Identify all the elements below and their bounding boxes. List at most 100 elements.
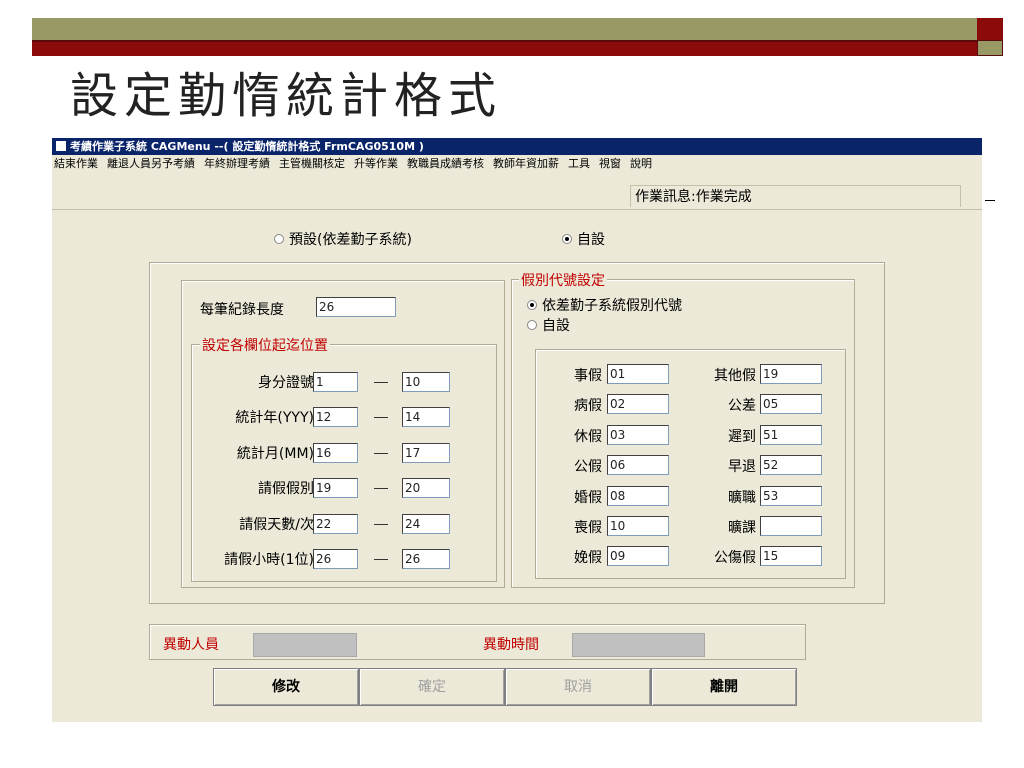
pos-start-leave-days[interactable]: 22 bbox=[313, 514, 358, 534]
slide-title: 設定勤惰統計格式 bbox=[70, 68, 503, 124]
positions-legend: 設定各欄位起迄位置 bbox=[200, 335, 330, 355]
pos-label-month: 統計月(MM) bbox=[236, 446, 314, 462]
leave-code-business-trip[interactable]: 05 bbox=[760, 394, 822, 414]
record-length-input[interactable]: 26 bbox=[316, 297, 396, 317]
leave-code-official[interactable]: 06 bbox=[607, 455, 669, 475]
pos-start-leave-hours[interactable]: 26 bbox=[313, 549, 358, 569]
pos-start-year[interactable]: 12 bbox=[313, 407, 358, 427]
leave-label-absent-class: 曠課 bbox=[728, 520, 756, 536]
mode-default-label: 預設(依差勤子系統) bbox=[289, 232, 412, 248]
leave-label-personal: 事假 bbox=[574, 368, 602, 384]
leave-code-custom-radio[interactable]: 自設 bbox=[527, 315, 570, 335]
radio-leave-custom-indicator bbox=[527, 320, 537, 330]
radio-default-indicator bbox=[274, 234, 284, 244]
header-square-light bbox=[977, 40, 1003, 56]
changed-by-label: 異動人員 bbox=[163, 637, 219, 653]
pos-end-month[interactable]: 17 bbox=[402, 443, 450, 463]
leave-label-absent-work: 曠職 bbox=[728, 490, 756, 506]
leave-label-business-trip: 公差 bbox=[728, 398, 756, 414]
header-square-dark bbox=[977, 18, 1003, 40]
pos-end-leave-days[interactable]: 24 bbox=[402, 514, 450, 534]
leave-label-vacation: 休假 bbox=[574, 429, 602, 445]
header-band bbox=[32, 42, 977, 56]
pos-label-leave-days: 請假天數/次 bbox=[239, 517, 314, 533]
range-dash bbox=[374, 453, 388, 454]
title-bar: 考績作業子系統 CAGMenu --( 設定勤惰統計格式 FrmCAG0510M… bbox=[52, 138, 982, 155]
window-title: 考績作業子系統 CAGMenu --( 設定勤惰統計格式 FrmCAG0510M… bbox=[70, 140, 424, 153]
leave-label-sick: 病假 bbox=[574, 398, 602, 414]
pos-start-leave-type[interactable]: 19 bbox=[313, 478, 358, 498]
pos-end-year[interactable]: 14 bbox=[402, 407, 450, 427]
leave-code-vacation[interactable]: 03 bbox=[607, 425, 669, 445]
leave-code-personal[interactable]: 01 bbox=[607, 364, 669, 384]
menu-item-teacher-salary[interactable]: 教師年資加薪 bbox=[493, 157, 559, 170]
status-message: 作業訊息:作業完成 bbox=[630, 185, 961, 207]
modify-button[interactable]: 修改 bbox=[213, 668, 359, 706]
pos-start-id[interactable]: 1 bbox=[313, 372, 358, 392]
leave-label-bereavement: 喪假 bbox=[574, 520, 602, 536]
mode-custom-label: 自設 bbox=[577, 232, 605, 248]
record-length-label: 每筆紀錄長度 bbox=[200, 302, 284, 318]
leave-code-late[interactable]: 51 bbox=[760, 425, 822, 445]
pos-label-year: 統計年(YYY) bbox=[235, 410, 314, 426]
app-icon bbox=[56, 141, 66, 151]
leave-codes-legend: 假別代號設定 bbox=[519, 270, 607, 290]
leave-code-bereavement[interactable]: 10 bbox=[607, 516, 669, 536]
menu-bar: 結束作業 離退人員另予考績 年終辦理考績 主管機關核定 升等作業 教職員成績考核 教師年資加… bbox=[52, 155, 982, 173]
status-strip: 作業訊息:作業完成 bbox=[52, 173, 982, 210]
cancel-button[interactable]: 取消 bbox=[505, 668, 651, 706]
range-dash bbox=[374, 417, 388, 418]
pos-label-id: 身分證號 bbox=[258, 375, 314, 391]
pos-label-leave-type: 請假假別 bbox=[258, 481, 314, 497]
leave-code-absent-class[interactable] bbox=[760, 516, 822, 536]
leave-code-early-leave[interactable]: 52 bbox=[760, 455, 822, 475]
leave-code-maternity[interactable]: 09 bbox=[607, 546, 669, 566]
menu-item-window[interactable]: 視窗 bbox=[599, 157, 621, 170]
leave-label-other: 其他假 bbox=[714, 368, 756, 384]
pos-label-leave-hours: 請假小時(1位) bbox=[224, 552, 314, 568]
leave-label-marriage: 婚假 bbox=[574, 490, 602, 506]
radio-system-indicator bbox=[527, 300, 537, 310]
leave-code-other[interactable]: 19 bbox=[760, 364, 822, 384]
leave-code-sick[interactable]: 02 bbox=[607, 394, 669, 414]
range-dash bbox=[374, 382, 388, 383]
menu-item-tools[interactable]: 工具 bbox=[568, 157, 590, 170]
pos-end-id[interactable]: 10 bbox=[402, 372, 450, 392]
leave-label-late: 遲到 bbox=[728, 429, 756, 445]
audit-panel bbox=[149, 624, 806, 660]
leave-code-custom-label: 自設 bbox=[542, 318, 570, 334]
menu-item-retired-review[interactable]: 離退人員另予考績 bbox=[107, 157, 195, 170]
range-dash bbox=[374, 524, 388, 525]
exit-button[interactable]: 離開 bbox=[651, 668, 797, 706]
leave-code-absent-work[interactable]: 53 bbox=[760, 486, 822, 506]
pos-end-leave-type[interactable]: 20 bbox=[402, 478, 450, 498]
leave-code-system-radio[interactable]: 依差勤子系統假別代號 bbox=[527, 295, 682, 315]
menu-item-help[interactable]: 說明 bbox=[630, 157, 652, 170]
leave-code-system-label: 依差勤子系統假別代號 bbox=[542, 298, 682, 314]
leave-label-official: 公假 bbox=[574, 459, 602, 475]
leave-code-injury[interactable]: 15 bbox=[760, 546, 822, 566]
pos-start-month[interactable]: 16 bbox=[313, 443, 358, 463]
range-dash bbox=[374, 559, 388, 560]
mode-custom-radio[interactable]: 自設 bbox=[562, 229, 605, 249]
menu-item-authority-approval[interactable]: 主管機關核定 bbox=[279, 157, 345, 170]
range-dash bbox=[374, 488, 388, 489]
header-bar bbox=[32, 18, 977, 40]
leave-label-maternity: 娩假 bbox=[574, 550, 602, 566]
confirm-button[interactable]: 確定 bbox=[359, 668, 505, 706]
pos-end-leave-hours[interactable]: 26 bbox=[402, 549, 450, 569]
menu-item-exit-work[interactable]: 結束作業 bbox=[54, 157, 98, 170]
changed-at-field bbox=[572, 633, 705, 657]
decorative-dash bbox=[985, 200, 995, 201]
leave-label-injury: 公傷假 bbox=[714, 550, 756, 566]
menu-item-staff-assessment[interactable]: 教職員成績考核 bbox=[407, 157, 484, 170]
leave-code-marriage[interactable]: 08 bbox=[607, 486, 669, 506]
mode-default-radio[interactable]: 預設(依差勤子系統) bbox=[274, 229, 412, 249]
menu-item-annual-review[interactable]: 年終辦理考績 bbox=[204, 157, 270, 170]
changed-by-field bbox=[253, 633, 357, 657]
leave-label-early-leave: 早退 bbox=[728, 459, 756, 475]
menu-item-promotion[interactable]: 升等作業 bbox=[354, 157, 398, 170]
changed-at-label: 異動時間 bbox=[483, 637, 539, 653]
radio-custom-indicator bbox=[562, 234, 572, 244]
app-window: 考績作業子系統 CAGMenu --( 設定勤惰統計格式 FrmCAG0510M… bbox=[52, 138, 982, 722]
